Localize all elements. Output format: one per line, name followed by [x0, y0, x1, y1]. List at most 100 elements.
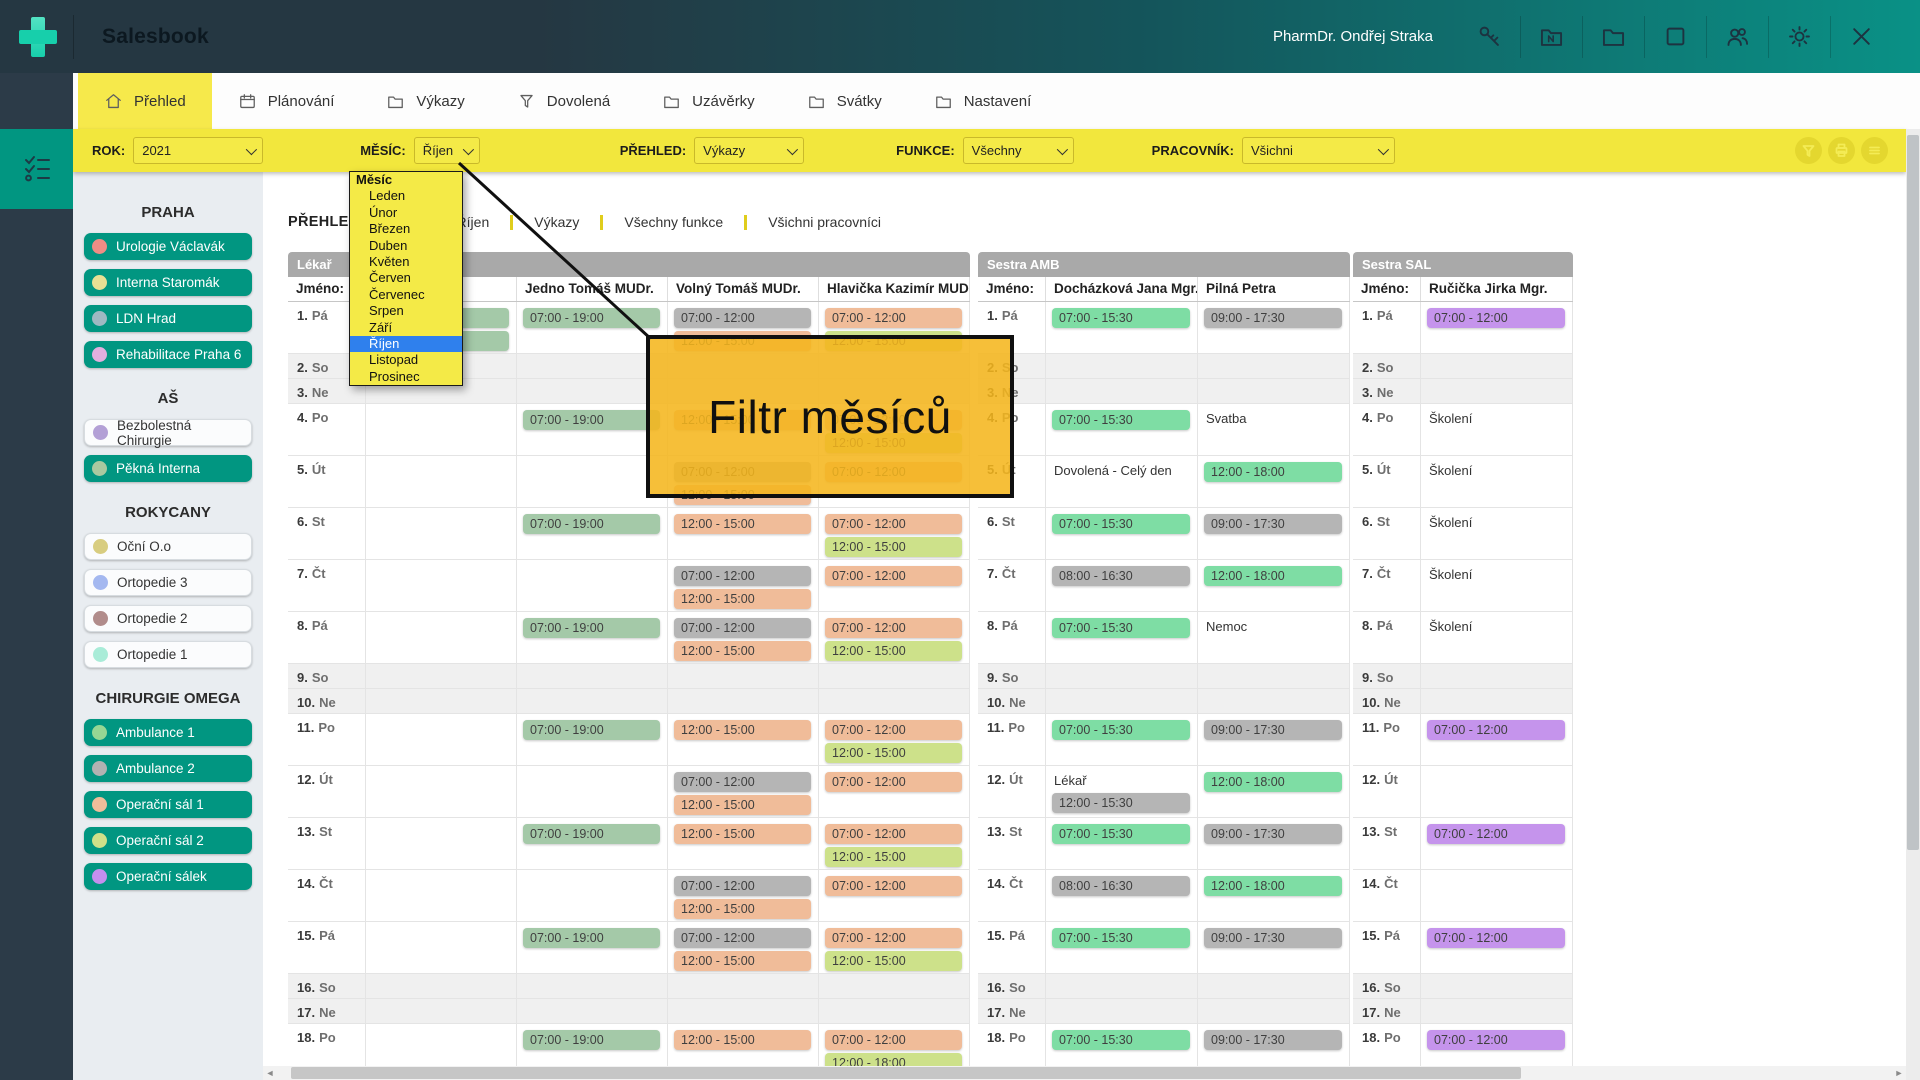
tab-nastavení[interactable]: Nastavení [908, 73, 1058, 129]
shift-pill[interactable]: 07:00 - 12:00 [1427, 1030, 1565, 1050]
tab-dovolená[interactable]: Dovolená [491, 73, 636, 129]
square-button[interactable] [1662, 23, 1689, 50]
tab-výkazy[interactable]: Výkazy [360, 73, 490, 129]
month-option-květen[interactable]: Květen [350, 254, 462, 270]
month-option-duben[interactable]: Duben [350, 238, 462, 254]
shift-pill[interactable]: 12:00 - 15:00 [674, 589, 811, 609]
shift-pill[interactable]: 12:00 - 15:00 [674, 1030, 811, 1050]
sidebar-item-urologie-v-clav-k[interactable]: Urologie Václavák [84, 233, 252, 260]
shift-pill[interactable]: 12:00 - 15:00 [825, 847, 962, 867]
shift-pill[interactable]: 07:00 - 12:00 [674, 772, 811, 792]
scroll-left-arrow-icon[interactable]: ◄ [263, 1066, 277, 1080]
shift-pill[interactable]: 12:00 - 15:00 [674, 899, 811, 919]
vertical-scrollbar-thumb[interactable] [1907, 135, 1919, 850]
shift-pill[interactable]: 07:00 - 19:00 [523, 720, 660, 740]
sidebar-item-interna-starom-k[interactable]: Interna Staromák [84, 269, 252, 296]
filter-select-pracovník[interactable]: Všichni [1242, 137, 1395, 164]
checklist-button[interactable] [0, 129, 73, 209]
sidebar-item-ldn-hrad[interactable]: LDN Hrad [84, 305, 252, 332]
sidebar-item-p-kn-interna[interactable]: Pěkná Interna [84, 455, 252, 482]
shift-pill[interactable]: 07:00 - 15:30 [1052, 410, 1190, 430]
shift-pill[interactable]: 09:00 - 17:30 [1204, 514, 1342, 534]
shift-pill[interactable]: 07:00 - 12:00 [825, 876, 962, 896]
shift-pill[interactable]: 12:00 - 18:00 [1204, 566, 1342, 586]
shift-pill[interactable]: 07:00 - 12:00 [674, 618, 811, 638]
shift-pill[interactable]: 07:00 - 12:00 [825, 772, 962, 792]
shift-pill[interactable]: 12:00 - 15:00 [674, 720, 811, 740]
shift-pill[interactable]: 12:00 - 15:00 [674, 795, 811, 815]
filter-select-funkce[interactable]: Všechny [963, 137, 1074, 164]
shift-pill[interactable]: 07:00 - 15:30 [1052, 824, 1190, 844]
filter-button[interactable] [1795, 137, 1822, 164]
shift-pill[interactable]: 09:00 - 17:30 [1204, 1030, 1342, 1050]
month-option-listopad[interactable]: Listopad [350, 352, 462, 368]
shift-pill[interactable]: 07:00 - 12:00 [674, 876, 811, 896]
month-option-leden[interactable]: Leden [350, 188, 462, 204]
key-button[interactable] [1476, 23, 1503, 50]
tab-svátky[interactable]: Svátky [781, 73, 908, 129]
shift-pill[interactable]: 12:00 - 18:00 [1204, 772, 1342, 792]
shift-pill[interactable]: 07:00 - 12:00 [825, 720, 962, 740]
sidebar-item-ambulance-1[interactable]: Ambulance 1 [84, 719, 252, 746]
sidebar-item-ortopedie-2[interactable]: Ortopedie 2 [84, 605, 252, 632]
app-logo[interactable] [0, 0, 73, 73]
shift-pill[interactable]: 12:00 - 18:00 [825, 1053, 962, 1066]
shift-pill[interactable]: 07:00 - 12:00 [825, 618, 962, 638]
shift-pill[interactable]: 09:00 - 17:30 [1204, 928, 1342, 948]
month-option-červenec[interactable]: Červenec [350, 287, 462, 303]
shift-pill[interactable]: 07:00 - 15:30 [1052, 1030, 1190, 1050]
shift-pill[interactable]: 09:00 - 17:30 [1204, 824, 1342, 844]
shift-pill[interactable]: 12:00 - 15:00 [825, 743, 962, 763]
shift-pill[interactable]: 07:00 - 15:30 [1052, 308, 1190, 328]
shift-pill[interactable]: 07:00 - 15:30 [1052, 514, 1190, 534]
shift-pill[interactable]: 12:00 - 15:00 [825, 641, 962, 661]
sidebar-item-bezbolestn-chirurgie[interactable]: Bezbolestná Chirurgie [84, 419, 252, 446]
sidebar-item-opera-n-s-l-1[interactable]: Operační sál 1 [84, 791, 252, 818]
shift-pill[interactable]: 07:00 - 12:00 [825, 566, 962, 586]
filter-select-přehled[interactable]: Výkazy [694, 137, 804, 164]
shift-pill[interactable]: 12:00 - 15:30 [1052, 793, 1190, 813]
month-option-září[interactable]: Září [350, 320, 462, 336]
shift-pill[interactable]: 07:00 - 19:00 [523, 928, 660, 948]
sidebar-item-ambulance-2[interactable]: Ambulance 2 [84, 755, 252, 782]
filter-select-rok[interactable]: 2021 [133, 137, 263, 164]
shift-pill[interactable]: 07:00 - 19:00 [523, 410, 660, 430]
shift-pill[interactable]: 12:00 - 15:00 [674, 514, 811, 534]
sidebar-item-opera-n-s-lek[interactable]: Operační sálek [84, 863, 252, 890]
sidebar-item-ortopedie-3[interactable]: Ortopedie 3 [84, 569, 252, 596]
shift-pill[interactable]: 12:00 - 15:00 [674, 951, 811, 971]
sidebar-item-opera-n-s-l-2[interactable]: Operační sál 2 [84, 827, 252, 854]
horizontal-scrollbar[interactable]: ◄ ► [263, 1066, 1906, 1080]
shift-pill[interactable]: 07:00 - 12:00 [825, 1030, 962, 1050]
shift-pill[interactable]: 07:00 - 12:00 [674, 928, 811, 948]
shift-pill[interactable]: 07:00 - 12:00 [1427, 720, 1565, 740]
sidebar-item-ortopedie-1[interactable]: Ortopedie 1 [84, 641, 252, 668]
sidebar-item-o-n-o-o[interactable]: Oční O.o [84, 533, 252, 560]
shift-pill[interactable]: 12:00 - 18:00 [1204, 876, 1342, 896]
horizontal-scrollbar-thumb[interactable] [291, 1067, 1521, 1079]
menu-button[interactable] [1861, 137, 1888, 164]
vertical-scrollbar[interactable] [1906, 129, 1920, 1080]
month-option-říjen[interactable]: Říjen [350, 336, 462, 352]
shift-pill[interactable]: 12:00 - 18:00 [1204, 462, 1342, 482]
shift-pill[interactable]: 08:00 - 16:30 [1052, 566, 1190, 586]
shift-pill[interactable]: 12:00 - 15:00 [825, 951, 962, 971]
scroll-right-arrow-icon[interactable]: ► [1892, 1066, 1906, 1080]
shift-pill[interactable]: 07:00 - 19:00 [523, 618, 660, 638]
folder-button[interactable] [1600, 23, 1627, 50]
shift-pill[interactable]: 07:00 - 12:00 [825, 824, 962, 844]
shift-pill[interactable]: 07:00 - 15:30 [1052, 720, 1190, 740]
filter-select-měsíc[interactable]: Říjen [414, 137, 480, 164]
month-option-červen[interactable]: Červen [350, 270, 462, 286]
shift-pill[interactable]: 09:00 - 17:30 [1204, 720, 1342, 740]
shift-pill[interactable]: 12:00 - 15:00 [674, 641, 811, 661]
shift-pill[interactable]: 07:00 - 12:00 [674, 566, 811, 586]
shift-pill[interactable]: 07:00 - 12:00 [1427, 824, 1565, 844]
shift-pill[interactable]: 12:00 - 15:00 [674, 824, 811, 844]
gear-button[interactable] [1786, 23, 1813, 50]
shift-pill[interactable]: 07:00 - 12:00 [825, 308, 962, 328]
printer-button[interactable] [1828, 137, 1855, 164]
shift-pill[interactable]: 07:00 - 19:00 [523, 514, 660, 534]
folder-n-button[interactable] [1538, 23, 1565, 50]
shift-pill[interactable]: 07:00 - 12:00 [1427, 308, 1565, 328]
